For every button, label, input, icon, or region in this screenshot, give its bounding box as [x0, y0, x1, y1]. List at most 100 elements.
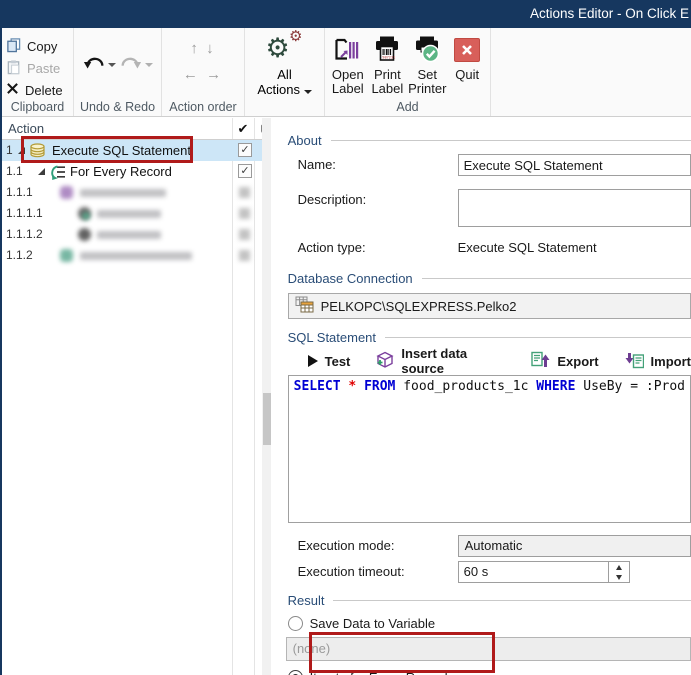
ribbon-group-all-actions: ⚙ ⚙ All Actions	[245, 28, 325, 116]
undo-caret-icon	[108, 63, 116, 67]
export-button[interactable]: Export	[531, 351, 598, 372]
tree-row-redacted[interactable]: 1.1.1.1	[2, 203, 262, 224]
section-sql-statement: SQL Statement	[288, 330, 691, 345]
redo-icon	[120, 54, 142, 76]
spin-down-button[interactable]	[609, 572, 629, 582]
delete-button[interactable]: Delete	[2, 79, 73, 101]
redacted-label	[97, 231, 161, 239]
undo-icon	[83, 54, 105, 76]
ribbon-group-undo-redo: Undo & Redo	[74, 28, 162, 116]
copy-button[interactable]: Copy	[2, 35, 73, 57]
redo-caret-icon	[145, 63, 153, 67]
section-about: About	[288, 133, 691, 148]
tree-row-redacted[interactable]: 1.1.1	[2, 182, 262, 203]
print-label-button[interactable]: 987231 Print Label	[369, 28, 407, 96]
description-label: Description:	[298, 189, 458, 227]
spin-down-icon	[616, 575, 622, 580]
database-connection-button[interactable]: PELKOPC\SQLEXPRESS.Pelko2	[288, 293, 691, 319]
copy-icon	[6, 37, 21, 56]
actions-editor-window: Actions Editor - On Click E Copy Paste D…	[0, 0, 691, 675]
name-input[interactable]	[458, 154, 691, 176]
delete-icon	[6, 82, 19, 98]
save-data-label: Save Data to Variable	[310, 616, 436, 631]
tree-column-action: Action	[8, 121, 44, 136]
redacted-label	[80, 189, 166, 197]
insert-data-source-button[interactable]: Insert data source	[376, 346, 505, 376]
redacted-icon	[78, 228, 91, 241]
move-up-button[interactable]: ↑	[190, 40, 200, 57]
window-title: Actions Editor - On Click E	[530, 0, 689, 28]
for-every-record-icon	[49, 165, 67, 183]
expander-icon[interactable]	[38, 168, 45, 175]
redo-button[interactable]	[120, 54, 153, 76]
sql-statement-editor[interactable]: SELECT * FROM food_products_1c WHERE Use…	[288, 375, 691, 523]
spin-up-button[interactable]	[609, 562, 629, 572]
action-type-value: Execute SQL Statement	[458, 237, 597, 259]
ribbon-group-add: Open Label	[325, 28, 491, 116]
table-icon	[295, 296, 314, 316]
import-icon	[625, 351, 644, 372]
insert-data-source-icon	[376, 351, 394, 372]
redacted-icon	[60, 249, 73, 262]
paste-icon	[6, 59, 21, 78]
undo-button[interactable]	[83, 54, 116, 76]
move-down-button[interactable]: ↓	[206, 40, 216, 57]
action-tree: Action ✔ 1	[2, 118, 262, 675]
tree-row-redacted[interactable]: 1.1.2	[2, 245, 262, 266]
vertical-scrollbar[interactable]	[262, 118, 271, 675]
save-data-radio[interactable]	[288, 616, 303, 631]
redacted-checkbox[interactable]	[239, 250, 250, 261]
gears-icon: ⚙ ⚙	[266, 33, 304, 67]
action-type-label: Action type:	[298, 237, 458, 259]
group-label-undo-redo: Undo & Redo	[74, 100, 161, 114]
enabled-checkbox[interactable]: ✓	[238, 143, 252, 157]
move-right-button[interactable]: →	[206, 66, 223, 83]
spin-up-icon	[616, 565, 622, 570]
execution-timeout-value: 60 s	[459, 562, 608, 582]
tree-row-for-every-record[interactable]: 1.1 For Every Record ✓	[2, 161, 262, 182]
export-icon	[531, 351, 550, 372]
tree-row-redacted[interactable]: 1.1.1.2	[2, 224, 262, 245]
iterate-radio[interactable]	[288, 670, 303, 675]
redacted-checkbox[interactable]	[239, 208, 250, 219]
execution-mode-select[interactable]: Automatic	[458, 535, 691, 557]
properties-panel: About Name: Description: Action type: Ex…	[271, 118, 691, 675]
annotation-box-iterate	[309, 632, 495, 673]
ribbon-group-clipboard: Copy Paste Delete Clipboard	[2, 28, 74, 116]
redacted-label	[97, 210, 161, 218]
test-button[interactable]: Test	[308, 354, 351, 369]
redacted-checkbox[interactable]	[239, 187, 250, 198]
set-printer-button[interactable]: Set Printer	[408, 28, 446, 96]
description-input[interactable]	[458, 189, 691, 227]
group-label-clipboard: Clipboard	[2, 100, 73, 114]
ribbon-group-action-order: ↑ ↓ ← → Action order	[162, 28, 245, 116]
group-label-action-order: Action order	[162, 100, 244, 114]
scrollbar-thumb[interactable]	[263, 393, 271, 445]
title-bar: Actions Editor - On Click E	[2, 0, 691, 28]
redacted-icon	[60, 186, 73, 199]
open-label-button[interactable]: Open Label	[329, 28, 367, 96]
quit-button[interactable]: Quit	[448, 28, 486, 96]
print-label-icon: 987231	[369, 34, 407, 66]
section-result: Result	[288, 593, 691, 608]
redacted-label	[80, 252, 192, 260]
set-printer-icon	[408, 34, 446, 66]
paste-button[interactable]: Paste	[2, 57, 73, 79]
open-label-icon	[329, 34, 367, 66]
group-label-add: Add	[325, 100, 490, 114]
quit-icon	[448, 34, 486, 66]
redacted-checkbox[interactable]	[239, 229, 250, 240]
execution-timeout-label: Execution timeout:	[298, 561, 458, 583]
main-area: Action ✔ 1	[2, 118, 691, 675]
all-actions-caret-icon	[304, 90, 312, 94]
name-label: Name:	[298, 154, 458, 176]
all-actions-button[interactable]: ⚙ ⚙ All Actions	[245, 33, 324, 97]
enabled-checkbox[interactable]: ✓	[238, 164, 252, 178]
ribbon: Copy Paste Delete Clipboard	[2, 28, 691, 117]
svg-text:987231: 987231	[383, 56, 396, 60]
play-icon	[308, 355, 318, 367]
move-left-button[interactable]: ←	[183, 66, 200, 83]
import-button[interactable]: Import	[625, 351, 691, 372]
execution-timeout-stepper[interactable]: 60 s	[458, 561, 630, 583]
section-database-connection: Database Connection	[288, 271, 691, 286]
